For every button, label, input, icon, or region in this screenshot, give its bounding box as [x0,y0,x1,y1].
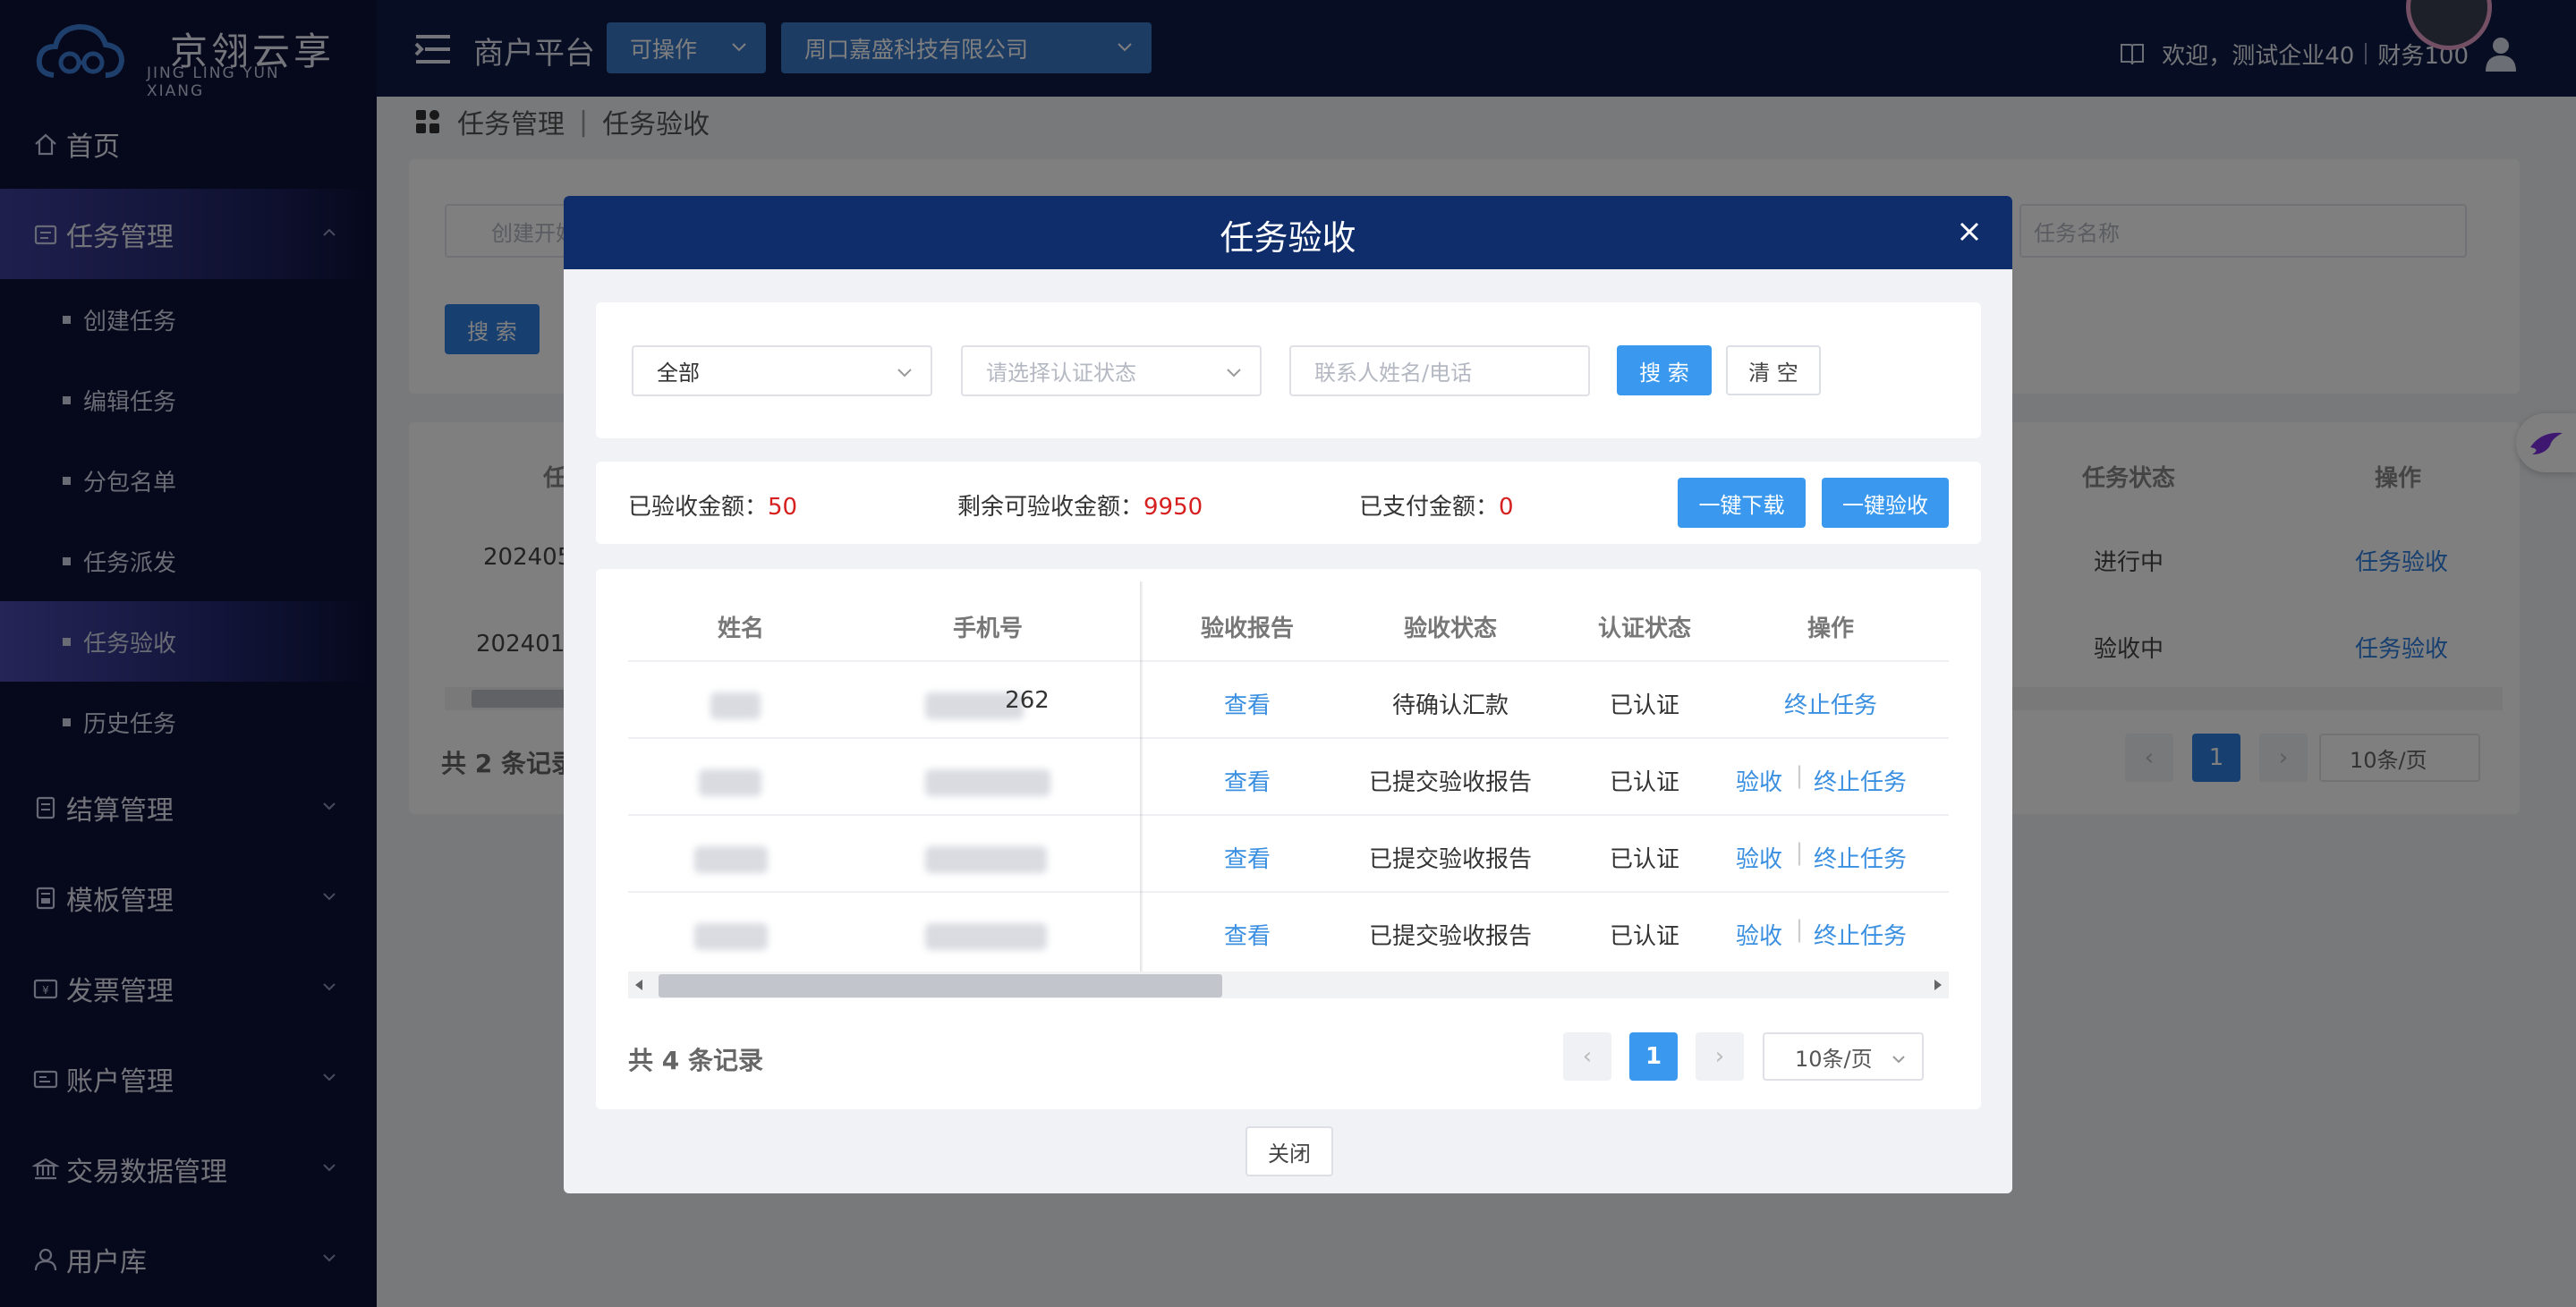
scroll-right-arrow-icon[interactable] [1934,980,1942,990]
action-divider: | [1795,762,1804,789]
scroll-left-arrow-icon[interactable] [635,980,642,990]
search-button[interactable]: 搜 索 [1617,345,1712,395]
column-header-auth-status: 认证状态 [1597,615,1691,642]
row-divider [628,814,1949,816]
dialog-header: 任务验收 [564,196,2012,269]
dialog-title: 任务验收 [1220,218,1356,258]
fixed-column-shadow [1140,581,1143,979]
column-header-report: 验收报告 [1200,615,1294,642]
phone-blurred [925,923,1047,950]
accept-link[interactable]: 验收 [1723,918,1795,951]
auth-status-select[interactable]: 请选择认证状态 [961,345,1262,396]
accept-link[interactable]: 验收 [1723,764,1795,797]
view-report-link[interactable]: 查看 [1203,841,1292,874]
view-report-link[interactable]: 查看 [1203,918,1292,951]
scrollbar-thumb[interactable] [659,974,1222,997]
remaining-amount-value: 9950 [1143,494,1203,521]
auth-status: 已认证 [1609,923,1679,950]
type-select[interactable]: 全部 [632,345,932,396]
chevron-down-icon [897,369,912,378]
column-header-phone: 手机号 [952,615,1023,642]
close-button[interactable]: 关闭 [1245,1126,1333,1176]
terminate-task-link[interactable]: 终止任务 [1804,764,1917,797]
auth-status-placeholder: 请选择认证状态 [986,361,1136,386]
next-page-button[interactable]: › [1696,1032,1744,1081]
horizontal-scrollbar[interactable] [628,972,1949,998]
accept-link[interactable]: 验收 [1723,841,1795,874]
name-blurred [694,923,768,950]
terminate-task-link[interactable]: 终止任务 [1804,918,1917,951]
chevron-down-icon [1892,1056,1905,1064]
page-size-select[interactable]: 10条/页 [1763,1032,1924,1081]
paid-amount-value: 0 [1499,494,1514,521]
close-icon[interactable] [1957,219,1982,244]
accept-status: 待确认汇款 [1391,692,1509,719]
accept-status: 已提交验收报告 [1368,769,1532,796]
name-blurred [710,692,761,719]
paid-amount-label: 已支付金额： [1359,494,1500,521]
type-select-value: 全部 [657,361,700,386]
action-divider: | [1795,839,1804,866]
name-blurred [699,769,761,796]
accepted-amount-label: 已验收金额： [628,494,769,521]
contact-search-placeholder: 联系人姓名/电话 [1314,361,1473,386]
worker-table-panel: 姓名 手机号 验收报告 验收状态 认证状态 操作 262 查看 待确认汇款 已认… [596,569,1981,1109]
accept-all-button[interactable]: 一键验收 [1822,478,1949,528]
column-header-accept-status: 验收状态 [1403,615,1497,642]
contact-search-input[interactable]: 联系人姓名/电话 [1289,345,1590,396]
download-all-button[interactable]: 一键下载 [1678,478,1806,528]
column-header-action: 操作 [1807,615,1854,642]
row-divider [628,660,1949,662]
clear-button[interactable]: 清 空 [1726,345,1821,395]
page-number[interactable]: 1 [1629,1032,1678,1081]
accept-status: 已提交验收报告 [1368,923,1532,950]
auth-status: 已认证 [1609,846,1679,873]
action-divider: | [1795,916,1804,943]
terminate-task-link[interactable]: 终止任务 [1759,687,1902,720]
prev-page-button[interactable]: ‹ [1563,1032,1611,1081]
remaining-amount-label: 剩余可验收金额： [957,494,1144,521]
auth-status: 已认证 [1609,692,1679,719]
auth-status: 已认证 [1609,769,1679,796]
phone-tail: 262 [1005,687,1050,714]
accept-status: 已提交验收报告 [1368,846,1532,873]
column-header-name: 姓名 [717,615,764,642]
page-size-value: 10条/页 [1795,1046,1873,1072]
amount-summary-panel: 已验收金额：50 剩余可验收金额：9950 已支付金额：0 一键下载 一键验收 [596,462,1981,544]
phone-blurred [925,769,1050,796]
task-acceptance-dialog: 任务验收 全部 请选择认证状态 联系人姓名/电话 搜 索 清 空 已验收金额：5… [564,196,2012,1193]
accepted-amount: 已验收金额：50 [628,488,797,522]
chevron-down-icon [1227,369,1241,378]
paid-amount: 已支付金额：0 [1359,488,1514,522]
name-blurred [694,846,768,873]
terminate-task-link[interactable]: 终止任务 [1804,841,1917,874]
filter-panel: 全部 请选择认证状态 联系人姓名/电话 搜 索 清 空 [596,302,1981,438]
total-records: 共 4 条记录 [628,1046,763,1075]
view-report-link[interactable]: 查看 [1203,764,1292,797]
view-report-link[interactable]: 查看 [1203,687,1292,720]
phone-blurred [925,846,1047,873]
accepted-amount-value: 50 [768,494,798,521]
remaining-amount: 剩余可验收金额：9950 [957,488,1203,522]
row-divider [628,891,1949,893]
row-divider [628,737,1949,739]
